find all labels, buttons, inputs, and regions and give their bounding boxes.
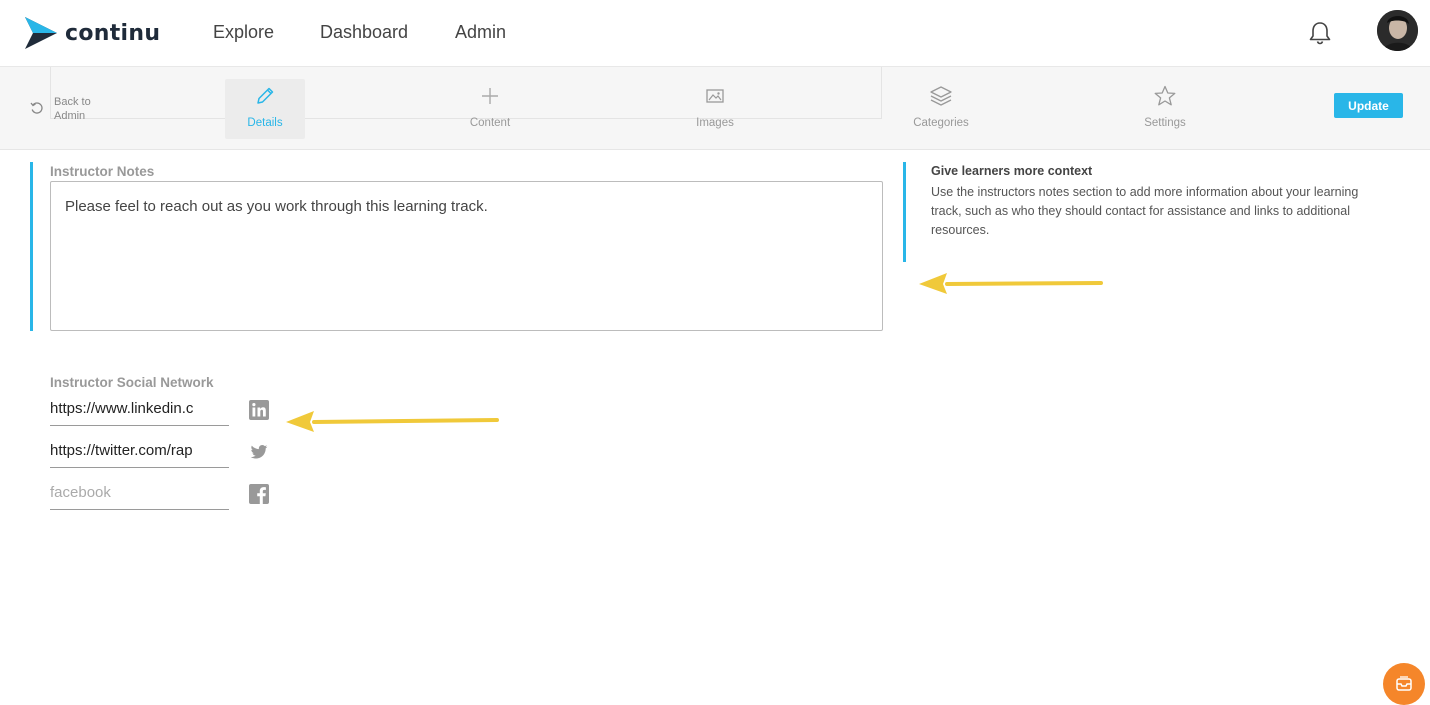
bell-icon[interactable] bbox=[1307, 20, 1333, 46]
twitter-icon bbox=[249, 442, 269, 462]
help-body: Use the instructors notes section to add… bbox=[931, 185, 1359, 237]
facebook-icon bbox=[249, 484, 269, 504]
nav-explore[interactable]: Explore bbox=[213, 22, 274, 43]
tab-details[interactable]: Details bbox=[225, 79, 305, 139]
layers-icon bbox=[901, 83, 981, 109]
tab-content[interactable]: Content bbox=[450, 79, 530, 139]
nav-dashboard[interactable]: Dashboard bbox=[320, 22, 408, 43]
undo-icon bbox=[30, 102, 43, 114]
linkedin-url-field[interactable]: https://www.linkedin.c bbox=[50, 398, 229, 426]
annotation-arrow-icon bbox=[919, 273, 1103, 294]
top-navigation-bar: continu Explore Dashboard Admin bbox=[0, 0, 1430, 67]
instructor-notes-textarea[interactable]: Please feel to reach out as you work thr… bbox=[50, 181, 883, 331]
star-icon bbox=[1125, 83, 1205, 109]
logo-text: continu bbox=[65, 20, 161, 46]
continu-logo[interactable]: continu bbox=[25, 17, 160, 49]
tab-images[interactable]: Images bbox=[675, 79, 755, 139]
tab-categories[interactable]: Categories bbox=[901, 79, 981, 139]
help-panel-accent bbox=[903, 162, 906, 262]
instructor-notes-label: Instructor Notes bbox=[50, 164, 155, 179]
update-button[interactable]: Update bbox=[1334, 93, 1403, 118]
plus-icon bbox=[450, 83, 530, 109]
notes-section-accent bbox=[30, 162, 33, 331]
facebook-url-field[interactable]: facebook bbox=[50, 482, 229, 510]
help-chat-button[interactable] bbox=[1383, 663, 1425, 705]
back-to-admin-link[interactable]: Back to Admin bbox=[30, 95, 104, 123]
logo-arrow-icon bbox=[25, 17, 57, 49]
inbox-icon bbox=[1396, 676, 1412, 691]
avatar[interactable] bbox=[1377, 10, 1418, 51]
back-to-admin-label: Back to Admin bbox=[54, 96, 91, 122]
twitter-url-field[interactable]: https://twitter.com/rap bbox=[50, 440, 229, 468]
image-icon bbox=[675, 83, 755, 109]
pencil-icon bbox=[225, 83, 305, 109]
help-title: Give learners more context bbox=[931, 164, 1093, 178]
nav-admin[interactable]: Admin bbox=[455, 22, 506, 43]
instructor-social-label: Instructor Social Network bbox=[50, 375, 214, 390]
linkedin-icon bbox=[249, 400, 269, 420]
tab-settings[interactable]: Settings bbox=[1125, 79, 1205, 139]
track-editor-toolbar: Back to Admin Details Content Images Cat… bbox=[0, 67, 1430, 150]
annotation-arrow-icon bbox=[286, 411, 499, 432]
